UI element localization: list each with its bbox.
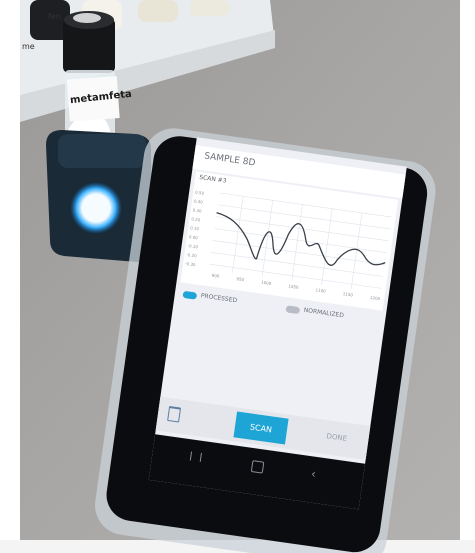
- app-title: SAMPLE 8D: [203, 151, 256, 169]
- toggle-processed-switch[interactable]: [182, 290, 198, 300]
- home-icon[interactable]: [250, 460, 265, 474]
- recents-icon[interactable]: [189, 451, 202, 462]
- x-tick: 900: [211, 272, 220, 279]
- scan-button[interactable]: SCAN: [233, 411, 289, 445]
- toggle-normalized-label: NORMALIZED: [303, 306, 345, 320]
- toggle-processed-label: PROCESSED: [200, 292, 238, 305]
- rack-label: me: [22, 42, 35, 51]
- done-button[interactable]: DONE: [326, 432, 347, 443]
- toggle-normalized-switch[interactable]: [285, 305, 301, 315]
- back-icon[interactable]: ‹: [310, 466, 317, 481]
- x-tick: 950: [236, 276, 245, 283]
- photo-scene: SAMPLE 8D SCAN #3 0.50 0.40 0.30 0.20 0.…: [0, 0, 475, 553]
- rack-label: fen: [48, 12, 61, 21]
- trash-icon[interactable]: [167, 405, 182, 423]
